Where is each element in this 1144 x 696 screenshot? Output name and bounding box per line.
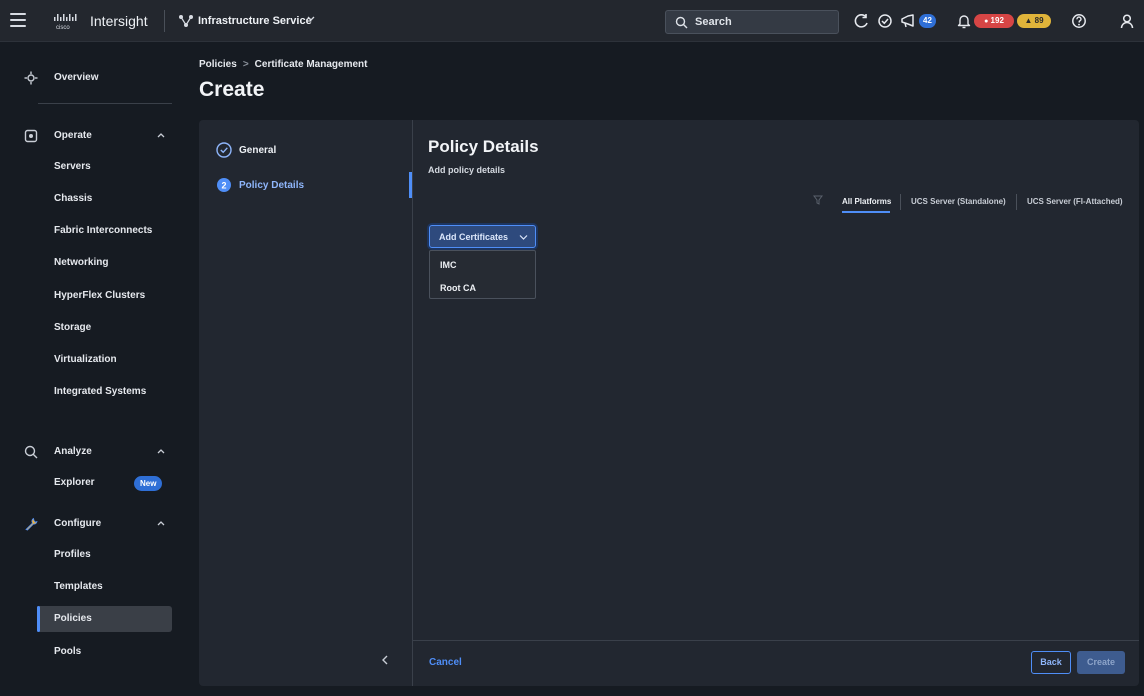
svg-text:cisco: cisco [56,25,70,31]
step-label: General [239,145,277,156]
critical-alarms-badge[interactable]: ● 192 [974,14,1014,28]
sidebar-item-virtualization[interactable]: Virtualization [0,347,186,373]
sidebar-label: HyperFlex Clusters [54,290,146,301]
new-badge: New [134,476,163,491]
tab-ucs-server-standalone[interactable]: UCS Server (Standalone) [911,197,1006,206]
breadcrumb-current: Certificate Management [254,59,368,70]
sidebar-section-configure[interactable]: Configure [0,511,186,537]
sidebar-item-integrated-systems[interactable]: Integrated Systems [0,379,186,405]
sidebar-label: Templates [54,581,103,592]
announcements-badge: 42 [919,14,936,28]
menu-item-root-ca[interactable]: Root CA [440,283,476,293]
page-title: Create [199,78,265,101]
tab-all-platforms[interactable]: All Platforms [842,197,891,206]
refresh-icon[interactable] [853,12,871,30]
panel-subtitle: Add policy details [428,165,506,175]
filter-icon[interactable] [813,195,823,205]
sidebar-label: Networking [54,257,109,268]
wizard-card: General 2 Policy Details Policy Details … [199,120,1139,686]
help-icon[interactable] [1070,12,1088,30]
divider [900,194,901,210]
sidebar-item-fabric-interconnects[interactable]: Fabric Interconnects [0,218,186,244]
sidebar-label: Explorer [54,477,95,488]
sidebar-item-templates[interactable]: Templates [0,574,186,600]
cisco-logo: cisco [54,14,77,31]
section-label: Configure [54,518,102,529]
search-label: Search [695,16,732,28]
panel-title: Policy Details [428,137,539,156]
sidebar-label: Policies [54,613,92,624]
overview-icon [24,71,38,85]
chevron-up-icon[interactable] [156,131,166,139]
certificates-dropdown-menu: IMC Root CA [429,250,536,299]
chevron-up-icon[interactable] [156,519,166,527]
divider [1016,194,1017,210]
menu-item-imc[interactable]: IMC [440,260,457,270]
sidebar-label: Storage [54,322,92,333]
add-certificates-button[interactable]: Add Certificates [429,225,536,248]
sidebar-section-operate[interactable]: Operate [0,123,186,149]
bell-icon[interactable] [955,12,973,30]
infrastructure-service-icon[interactable] [178,14,194,28]
analyze-icon [24,445,38,459]
divider [412,120,413,686]
user-icon[interactable] [1118,12,1136,30]
sidebar-section-analyze[interactable]: Analyze [0,439,186,465]
sidebar-item-servers[interactable]: Servers [0,154,186,180]
operate-icon [24,129,38,143]
active-tab-underline [842,211,890,213]
warning-alarms-badge[interactable]: ▲ 89 [1017,14,1051,28]
sidebar-label: Servers [54,161,91,172]
check-circle-icon [216,142,232,158]
sidebar-label: Virtualization [54,354,117,365]
sidebar: Overview Operate Servers Chassis Fabric … [0,43,186,696]
chevron-down-icon[interactable] [306,14,316,24]
step-label: Policy Details [239,180,305,191]
critical-count: 192 [990,16,1004,25]
sidebar-item-storage[interactable]: Storage [0,315,186,341]
chevron-up-icon[interactable] [156,447,166,455]
sidebar-item-hyperflex-clusters[interactable]: HyperFlex Clusters [0,283,186,309]
sidebar-label: Pools [54,646,82,657]
top-bar: cisco Intersight Infrastructure Service … [0,0,1144,42]
search-input[interactable]: Search [665,10,839,34]
breadcrumb-separator: > [242,59,249,70]
section-label: Operate [54,130,92,141]
wrench-icon [25,517,38,531]
section-label: Analyze [54,446,92,457]
divider [164,10,165,32]
chevron-down-icon [519,235,528,240]
sidebar-label: Chassis [54,193,93,204]
search-icon [675,16,688,29]
divider [38,103,172,104]
sidebar-label: Fabric Interconnects [54,225,153,236]
divider [413,640,1139,641]
check-circle-icon[interactable] [876,12,894,30]
breadcrumb-policies[interactable]: Policies [199,59,237,70]
step-number-icon: 2 [217,178,231,192]
megaphone-icon[interactable] [899,12,917,30]
step-number: 2 [221,180,226,190]
back-button[interactable]: Back [1031,651,1071,674]
breadcrumb: Policies > Certificate Management [199,59,367,70]
sidebar-item-pools[interactable]: Pools [0,639,186,665]
sidebar-item-chassis[interactable]: Chassis [0,186,186,212]
button-label: Add Certificates [439,232,509,242]
sidebar-item-explorer[interactable]: Explorer New [0,470,186,496]
sidebar-item-overview[interactable]: Overview [0,65,186,91]
app-brand: Intersight [90,13,148,29]
sidebar-label: Overview [54,72,99,83]
sidebar-label: Profiles [54,549,91,560]
create-button[interactable]: Create [1077,651,1125,674]
sidebar-item-profiles[interactable]: Profiles [0,542,186,568]
chevron-left-icon[interactable] [379,654,391,666]
warning-count: 89 [1034,16,1044,25]
tab-ucs-server-fi-attached[interactable]: UCS Server (FI-Attached) [1027,197,1123,206]
sidebar-item-policies[interactable]: Policies [0,606,186,632]
sidebar-item-networking[interactable]: Networking [0,250,186,276]
service-selector[interactable]: Infrastructure Service [198,15,312,27]
menu-icon[interactable] [10,13,26,27]
sidebar-label: Integrated Systems [54,386,147,397]
cancel-button[interactable]: Cancel [429,657,462,668]
